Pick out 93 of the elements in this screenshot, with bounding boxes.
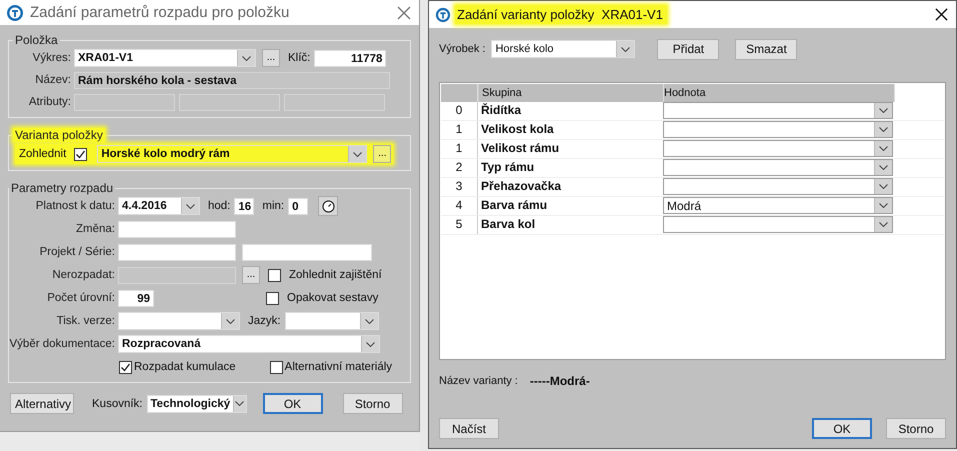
app-logo-icon [435,6,451,22]
checkbox[interactable] [119,360,132,374]
window-title: Zadání parametrů rozpadu pro položku [30,4,290,21]
load-button[interactable]: Načíst [439,418,499,439]
ok-button[interactable]: OK [812,418,872,439]
column-header: Skupina [478,84,664,102]
input-field[interactable]: 16 [234,198,254,214]
dropdown-field[interactable] [663,159,893,176]
caret-icon [879,127,888,132]
field-label: Počet úrovní: [46,292,115,304]
group-title: Varianta položky [13,128,105,142]
caret-icon [242,56,251,60]
caret-icon [235,401,244,406]
field-label: Název varianty : [439,375,518,387]
caret-icon [879,146,888,151]
browse-button[interactable]: ... [242,266,260,284]
field-label: Změna: [75,223,115,235]
dropdown-field[interactable]: XRA01-V1 [74,49,256,67]
group-title: Parametry rozpadu [10,181,114,195]
field-label: Projekt / Série: [38,246,115,258]
input-field[interactable]: 99 [118,290,154,306]
field-label: Výběr dokumentace: [9,338,115,350]
browse-button[interactable]: ... [262,49,280,67]
field-label: Název: [34,74,71,86]
dropdown-field[interactable] [663,178,893,195]
caret-icon [364,318,374,324]
clock-button[interactable] [318,196,338,216]
checkbox-label: Zohlednit zajištění [289,269,382,281]
input-field[interactable] [118,244,236,260]
caret-icon [879,184,888,189]
window-title: Zadání varianty položky XRA01-V1 [455,5,667,24]
field-label: Výkres: [32,52,71,64]
delete-button[interactable]: Smazat [735,38,798,60]
checkbox-label: Rozpadat kumulace [134,361,236,373]
field-label: Kusovník: [92,398,142,410]
caret-icon [226,318,235,324]
dropdown-field[interactable]: Rozpracovaná [118,335,380,353]
caret-icon [879,165,888,170]
ok-button[interactable]: OK [262,393,322,414]
dropdown-field[interactable]: Modrá [663,197,893,214]
table-cell-text: 0 [454,102,464,119]
variant-name: -----Modrá- [530,374,590,388]
clock-icon [322,200,335,212]
checkbox-label: Opakovat sestavy [287,292,378,304]
app-logo-icon [6,4,24,22]
close-icon[interactable] [935,8,948,21]
table-cell-text: 3 [454,178,464,195]
date-field[interactable]: 4.4.2016 [118,197,200,215]
checkbox[interactable] [270,360,283,374]
field-label: hod: [208,200,230,212]
browse-button[interactable]: ... [373,145,392,163]
checkbox[interactable] [74,148,88,160]
dropdown-field[interactable]: Horské kolo modrý rám [97,145,368,163]
caret-icon [879,203,888,208]
add-button[interactable]: Přidat [657,38,720,60]
input-field[interactable] [118,220,236,238]
input-field[interactable]: 11778 [314,50,386,66]
dropdown-field[interactable]: Technologický [146,394,246,412]
field-label: Jazyk: [248,315,281,327]
field-label: Nerozpadat: [51,269,115,281]
input-field[interactable] [242,244,372,260]
caret-icon [879,222,888,227]
dropdown-field[interactable] [663,121,893,138]
table-cell-text: 1 [454,140,464,157]
dropdown-field[interactable]: Horské kolo [491,40,636,58]
dropdown-field[interactable] [663,102,893,119]
table-cell-text: 5 [454,216,464,233]
caret-icon [879,108,888,113]
dropdown-field[interactable] [663,216,893,233]
field-label: min: [262,200,284,212]
field-label: Platnost k datu: [34,200,115,212]
field-label: Klíč: [288,52,310,64]
checkbox-label: Alternativní materiály [284,361,392,373]
input-field[interactable]: 0 [288,198,308,214]
table-cell-text: 2 [454,159,464,176]
dropdown-field[interactable] [663,140,893,157]
cancel-button[interactable]: Storno [886,418,946,439]
cancel-button[interactable]: Storno [342,393,402,414]
caret-icon [366,342,375,346]
field-label: Tisk. verze: [56,315,115,327]
caret-icon [353,152,362,156]
input-field: Rám horského kola - sestava [74,72,390,88]
checkbox[interactable] [268,268,281,282]
group-title: Položka [14,33,59,47]
field-label: Výrobek : [439,43,486,55]
table-cell-text: 1 [454,121,464,138]
alternatives-button[interactable]: Alternativy [10,393,74,414]
checkbox-label: Zohlednit [19,148,66,160]
caret-icon [186,204,195,208]
table-cell-text: 4 [454,197,464,214]
caret-icon [621,46,630,52]
field-label: Atributy: [28,96,71,108]
checkbox[interactable] [266,292,279,304]
